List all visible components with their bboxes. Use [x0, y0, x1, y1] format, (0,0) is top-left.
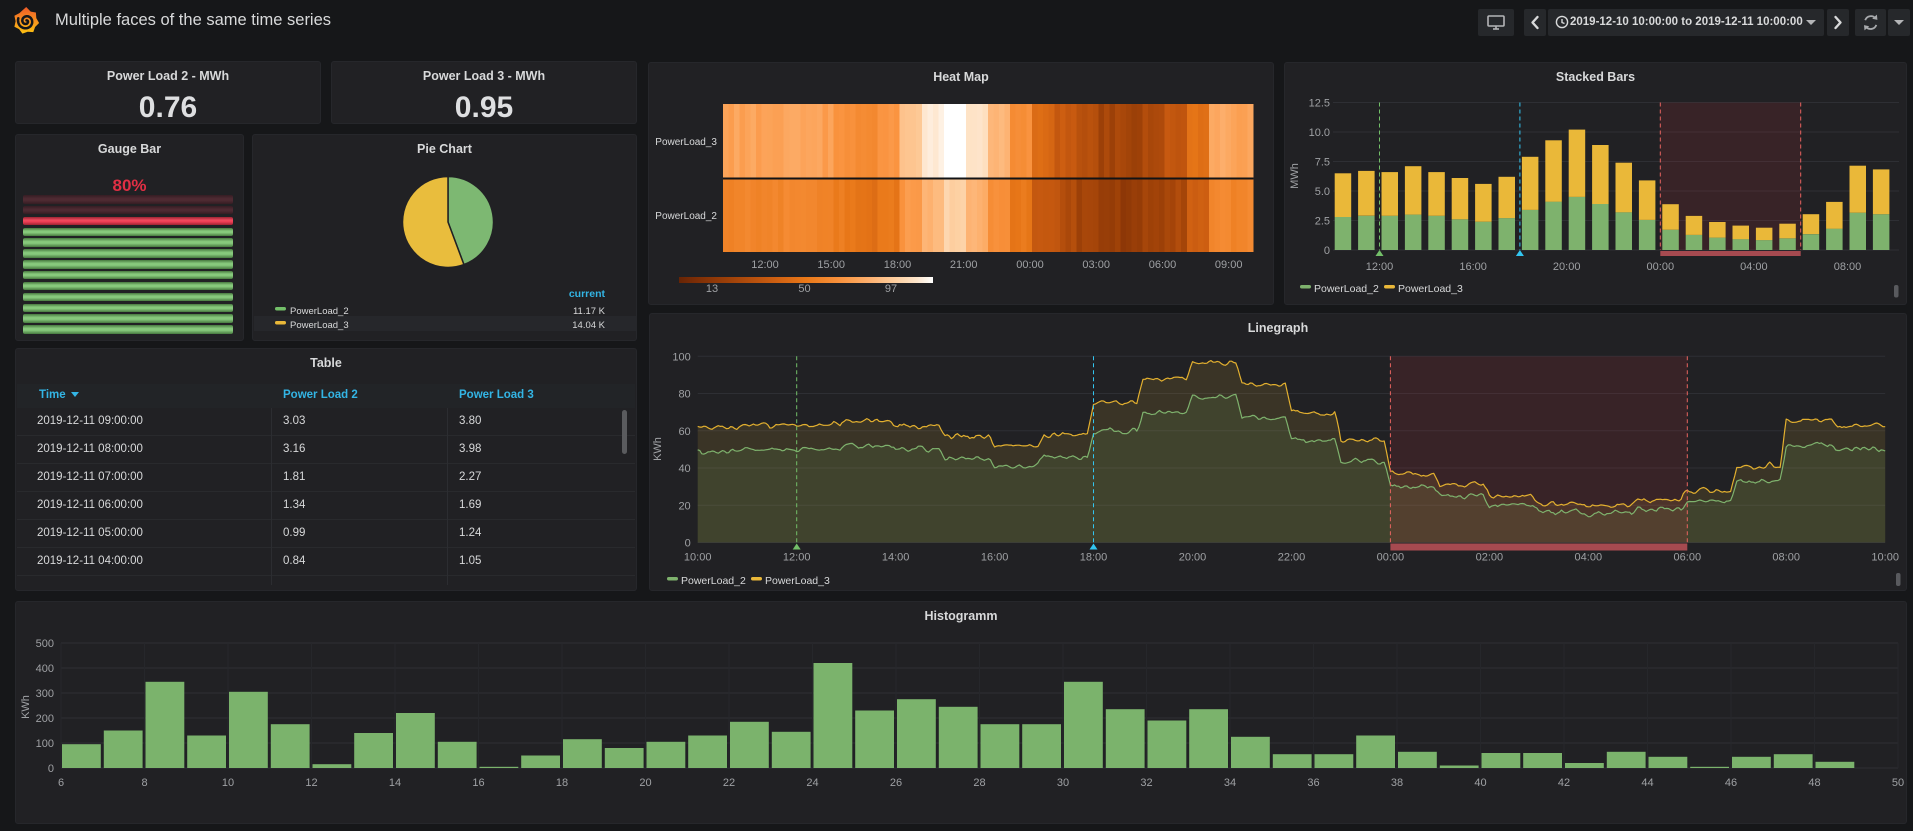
svg-text:12:00: 12:00: [1366, 261, 1394, 273]
svg-text:12:00: 12:00: [783, 552, 811, 564]
svg-text:20:00: 20:00: [1179, 552, 1207, 564]
svg-text:04:00: 04:00: [1575, 552, 1603, 564]
svg-text:18: 18: [556, 777, 568, 789]
svg-text:5.0: 5.0: [1315, 186, 1330, 198]
svg-text:09:00: 09:00: [1215, 259, 1243, 271]
svg-text:03:00: 03:00: [1082, 259, 1110, 271]
svg-text:MWh: MWh: [1289, 163, 1301, 189]
svg-text:PowerLoad_2: PowerLoad_2: [290, 306, 349, 317]
svg-text:12: 12: [305, 777, 317, 789]
svg-text:18:00: 18:00: [884, 259, 912, 271]
svg-text:34: 34: [1224, 777, 1236, 789]
svg-text:PowerLoad_3: PowerLoad_3: [290, 320, 349, 331]
svg-text:11.17 K: 11.17 K: [573, 306, 606, 317]
svg-text:21:00: 21:00: [950, 259, 978, 271]
svg-text:current: current: [569, 288, 606, 300]
svg-text:38: 38: [1391, 777, 1403, 789]
svg-text:24: 24: [806, 777, 818, 789]
svg-text:44: 44: [1641, 777, 1653, 789]
svg-text:KWh: KWh: [20, 695, 32, 719]
svg-text:22:00: 22:00: [1278, 552, 1306, 564]
svg-text:100: 100: [36, 738, 54, 750]
svg-text:80: 80: [678, 389, 690, 401]
svg-text:PowerLoad_2: PowerLoad_2: [681, 575, 746, 587]
svg-text:00:00: 00:00: [1647, 261, 1675, 273]
svg-text:14.04 K: 14.04 K: [572, 320, 605, 331]
svg-text:13: 13: [706, 283, 718, 295]
svg-text:7.5: 7.5: [1315, 157, 1330, 169]
svg-text:97: 97: [885, 283, 897, 295]
svg-text:PowerLoad_3: PowerLoad_3: [1398, 283, 1463, 295]
svg-text:0: 0: [1324, 245, 1330, 257]
svg-text:06:00: 06:00: [1674, 552, 1702, 564]
svg-text:14:00: 14:00: [882, 552, 910, 564]
svg-text:40: 40: [1474, 777, 1486, 789]
svg-text:500: 500: [36, 638, 54, 650]
svg-text:48: 48: [1808, 777, 1820, 789]
svg-text:28: 28: [973, 777, 985, 789]
svg-text:20:00: 20:00: [1553, 261, 1581, 273]
svg-text:10:00: 10:00: [1871, 552, 1899, 564]
svg-text:PowerLoad_3: PowerLoad_3: [765, 575, 830, 587]
svg-text:08:00: 08:00: [1834, 261, 1862, 273]
svg-text:18:00: 18:00: [1080, 552, 1108, 564]
svg-text:36: 36: [1307, 777, 1319, 789]
svg-text:16: 16: [472, 777, 484, 789]
svg-text:26: 26: [890, 777, 902, 789]
svg-text:PowerLoad_2: PowerLoad_2: [655, 211, 717, 222]
svg-text:0: 0: [685, 538, 691, 550]
svg-text:200: 200: [36, 713, 54, 725]
svg-text:10.0: 10.0: [1309, 127, 1330, 139]
svg-text:16:00: 16:00: [981, 552, 1009, 564]
svg-text:0: 0: [48, 763, 54, 775]
svg-text:40: 40: [678, 463, 690, 475]
svg-text:300: 300: [36, 688, 54, 700]
svg-text:12.5: 12.5: [1309, 98, 1330, 110]
svg-text:50: 50: [798, 283, 810, 295]
svg-text:400: 400: [36, 663, 54, 675]
svg-text:08:00: 08:00: [1772, 552, 1800, 564]
svg-text:42: 42: [1558, 777, 1570, 789]
svg-text:00:00: 00:00: [1016, 259, 1044, 271]
svg-text:8: 8: [141, 777, 147, 789]
svg-text:10: 10: [222, 777, 234, 789]
svg-text:16:00: 16:00: [1459, 261, 1487, 273]
svg-text:2.5: 2.5: [1315, 216, 1330, 228]
svg-text:20: 20: [639, 777, 651, 789]
svg-text:15:00: 15:00: [817, 259, 845, 271]
svg-text:10:00: 10:00: [684, 552, 712, 564]
svg-text:20: 20: [678, 500, 690, 512]
svg-text:04:00: 04:00: [1740, 261, 1768, 273]
svg-text:14: 14: [389, 777, 401, 789]
svg-text:50: 50: [1892, 777, 1904, 789]
svg-text:60: 60: [678, 426, 690, 438]
svg-text:6: 6: [58, 777, 64, 789]
svg-text:06:00: 06:00: [1149, 259, 1177, 271]
svg-text:PowerLoad_2: PowerLoad_2: [1314, 283, 1379, 295]
svg-text:PowerLoad_3: PowerLoad_3: [655, 137, 717, 148]
svg-text:32: 32: [1140, 777, 1152, 789]
svg-text:12:00: 12:00: [751, 259, 779, 271]
svg-text:00:00: 00:00: [1377, 552, 1405, 564]
svg-text:02:00: 02:00: [1476, 552, 1504, 564]
svg-text:22: 22: [723, 777, 735, 789]
svg-text:46: 46: [1725, 777, 1737, 789]
svg-text:100: 100: [672, 351, 690, 363]
svg-text:30: 30: [1057, 777, 1069, 789]
svg-text:KWh: KWh: [652, 437, 664, 461]
